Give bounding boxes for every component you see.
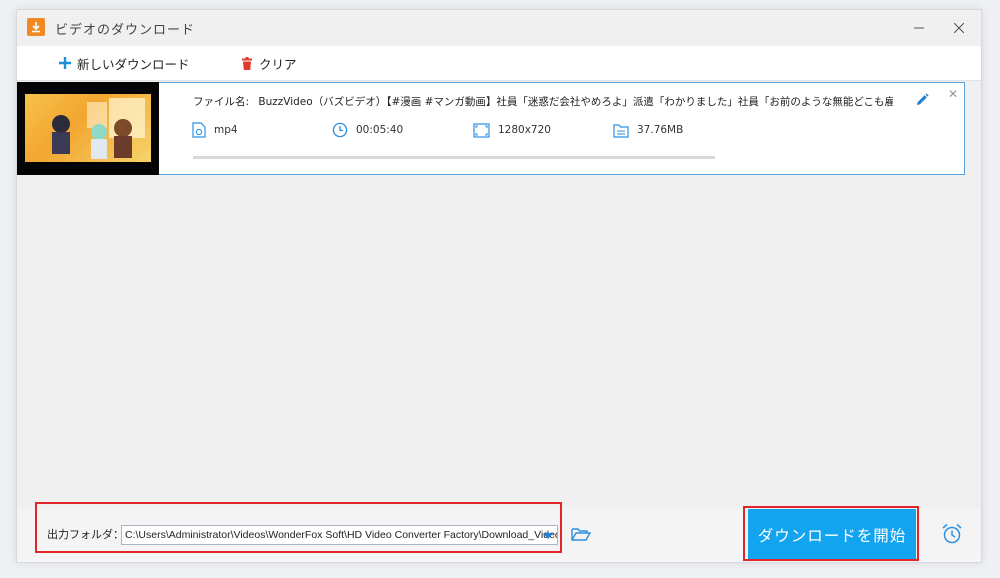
resolution-value: 1280x720 <box>498 124 551 136</box>
resolution-icon <box>473 122 490 138</box>
duration-info: 00:05:40 <box>332 121 403 139</box>
start-download-button[interactable]: ダウンロードを開始 <box>748 509 916 561</box>
filename-row: ファイル名: BuzzVideo（バズビデオ）【#漫画 #マンガ動画】社員「迷惑… <box>193 94 893 110</box>
close-window-button[interactable] <box>945 16 973 40</box>
app-download-icon <box>27 18 45 36</box>
filename-label: ファイル名: <box>193 96 250 108</box>
duration-value: 00:05:40 <box>356 124 404 136</box>
title-bar: ビデオのダウンロード <box>17 10 981 46</box>
edit-pencil-icon[interactable] <box>915 92 929 106</box>
bottom-bar: 出力フォルダ： C:\Users\Administrator\Videos\Wo… <box>17 509 981 562</box>
video-thumbnail <box>17 82 159 175</box>
alarm-clock-icon[interactable] <box>941 523 963 545</box>
size-info: 37.76MB <box>613 121 683 139</box>
size-value: 37.76MB <box>637 124 684 136</box>
minimize-button[interactable] <box>905 16 933 40</box>
download-item[interactable]: ファイル名: BuzzVideo（バズビデオ）【#漫画 #マンガ動画】社員「迷惑… <box>17 82 965 175</box>
download-list: ファイル名: BuzzVideo（バズビデオ）【#漫画 #マンガ動画】社員「迷惑… <box>17 81 981 509</box>
toolbar: 新しいダウンロード クリア <box>17 46 981 81</box>
dropdown-arrow-icon <box>543 533 553 539</box>
new-download-label: 新しいダウンロード <box>77 56 190 72</box>
start-download-label: ダウンロードを開始 <box>757 527 907 545</box>
remove-item-close-icon[interactable]: ✕ <box>946 87 960 101</box>
filename-value: BuzzVideo（バズビデオ）【#漫画 #マンガ動画】社員「迷惑だ会社やめろよ… <box>258 96 893 108</box>
new-download-button[interactable]: 新しいダウンロード <box>59 53 190 73</box>
resolution-info: 1280x720 <box>473 121 551 139</box>
video-file-icon <box>192 122 206 138</box>
trash-icon <box>242 56 252 70</box>
open-folder-icon[interactable] <box>571 526 592 542</box>
plus-icon <box>59 57 71 69</box>
clear-label: クリア <box>259 56 297 72</box>
download-progress-bar <box>193 156 715 159</box>
format-value: mp4 <box>214 124 238 136</box>
output-folder-label: 出力フォルダ： <box>47 528 124 541</box>
clock-icon <box>332 122 348 138</box>
window-title: ビデオのダウンロード <box>55 23 196 38</box>
output-path-value: C:\Users\Administrator\Videos\WonderFox … <box>125 529 558 541</box>
format-info: mp4 <box>192 121 238 139</box>
output-folder-dropdown[interactable]: C:\Users\Administrator\Videos\WonderFox … <box>121 525 558 545</box>
file-size-icon <box>613 123 629 138</box>
download-window: ビデオのダウンロード 新しいダウンロード クリア ファイル名: BuzzVide… <box>16 9 982 563</box>
clear-button[interactable]: クリア <box>241 53 297 73</box>
list-scrollbar[interactable] <box>965 82 981 509</box>
